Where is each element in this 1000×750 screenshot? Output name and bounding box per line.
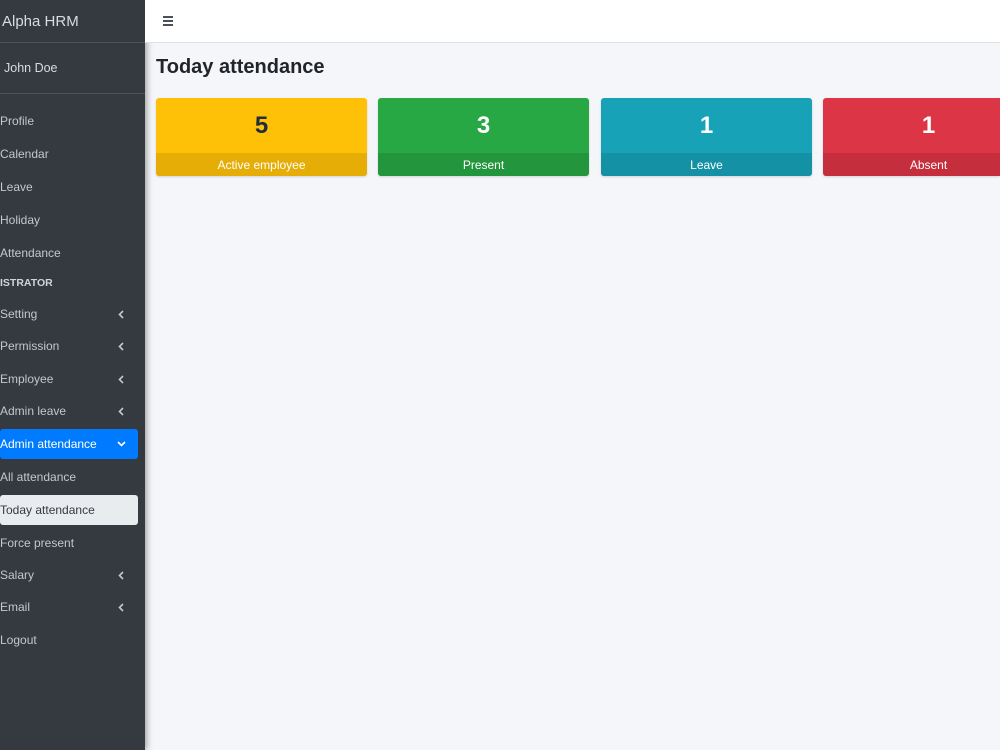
sidebar-item-leave[interactable]: Leave bbox=[0, 172, 138, 202]
sidebar: Alpha HRM John Doe Profile Calendar Leav… bbox=[0, 0, 145, 750]
stat-label: Present bbox=[378, 153, 589, 176]
sidebar-section-header: ISTRATOR bbox=[0, 277, 53, 289]
chevron-left-icon bbox=[116, 374, 126, 384]
sidebar-item-holiday[interactable]: Holiday bbox=[0, 205, 138, 235]
sidebar-item-label: Force present bbox=[0, 536, 75, 550]
sidebar-item-calendar[interactable]: Calendar bbox=[0, 139, 138, 169]
stat-card-leave[interactable]: 1 Leave bbox=[601, 98, 812, 176]
page-title: Today attendance bbox=[156, 56, 325, 78]
chevron-left-icon bbox=[116, 309, 126, 319]
sidebar-item-attendance[interactable]: Attendance bbox=[0, 238, 138, 268]
sidebar-item-label: Logout bbox=[0, 633, 37, 647]
sidebar-item-setting[interactable]: Setting bbox=[0, 299, 138, 329]
sidebar-item-label: Salary bbox=[0, 568, 35, 582]
sidebar-item-label: Email bbox=[0, 600, 31, 614]
sidebar-item-email[interactable]: Email bbox=[0, 592, 138, 622]
stat-value: 3 bbox=[476, 111, 491, 139]
hamburger-icon[interactable] bbox=[163, 16, 173, 26]
chevron-left-icon bbox=[116, 602, 126, 612]
sidebar-item-admin-leave[interactable]: Admin leave bbox=[0, 396, 138, 426]
top-navbar bbox=[145, 0, 1000, 43]
stat-value: 5 bbox=[254, 111, 269, 139]
stat-label: Active employee bbox=[156, 153, 367, 176]
stat-label: Leave bbox=[601, 153, 812, 176]
sidebar-item-salary[interactable]: Salary bbox=[0, 560, 138, 590]
sidebar-item-permission[interactable]: Permission bbox=[0, 331, 138, 361]
stat-card-present[interactable]: 3 Present bbox=[378, 98, 589, 176]
sidebar-subitem-force-present[interactable]: Force present bbox=[0, 528, 138, 558]
sidebar-item-label: All attendance bbox=[0, 470, 77, 484]
stat-label: Absent bbox=[823, 153, 1000, 176]
sidebar-item-label: Admin leave bbox=[0, 404, 67, 418]
sidebar-item-label: Today attendance bbox=[0, 503, 95, 517]
sidebar-item-logout[interactable]: Logout bbox=[0, 625, 138, 655]
user-panel[interactable]: John Doe bbox=[0, 43, 145, 94]
stat-value: 1 bbox=[921, 111, 936, 139]
sidebar-item-label: Employee bbox=[0, 372, 54, 386]
sidebar-item-employee[interactable]: Employee bbox=[0, 364, 138, 394]
stat-card-absent[interactable]: 1 Absent bbox=[823, 98, 1000, 176]
sidebar-item-label: Calendar bbox=[0, 147, 49, 161]
sidebar-subitem-all-attendance[interactable]: All attendance bbox=[0, 462, 138, 492]
chevron-left-icon bbox=[116, 570, 126, 580]
brand-title: Alpha HRM bbox=[2, 12, 79, 30]
sidebar-item-label: Admin attendance bbox=[0, 437, 97, 451]
sidebar-item-label: Setting bbox=[0, 307, 38, 321]
user-name: John Doe bbox=[4, 61, 58, 75]
sidebar-item-label: Attendance bbox=[0, 246, 61, 260]
stat-value: 1 bbox=[699, 111, 714, 139]
sidebar-item-label: Leave bbox=[0, 180, 33, 194]
brand-link[interactable]: Alpha HRM bbox=[0, 0, 145, 43]
chevron-left-icon bbox=[116, 406, 126, 416]
sidebar-item-label: Profile bbox=[0, 114, 35, 128]
chevron-left-icon bbox=[116, 341, 126, 351]
sidebar-subitem-today-attendance[interactable]: Today attendance bbox=[0, 495, 138, 525]
sidebar-item-label: Holiday bbox=[0, 213, 41, 227]
stat-card-active-employee[interactable]: 5 Active employee bbox=[156, 98, 367, 176]
sidebar-item-label: Permission bbox=[0, 339, 60, 353]
sidebar-item-profile[interactable]: Profile bbox=[0, 106, 138, 136]
sidebar-item-admin-attendance[interactable]: Admin attendance bbox=[0, 429, 138, 459]
chevron-down-icon bbox=[116, 439, 126, 449]
